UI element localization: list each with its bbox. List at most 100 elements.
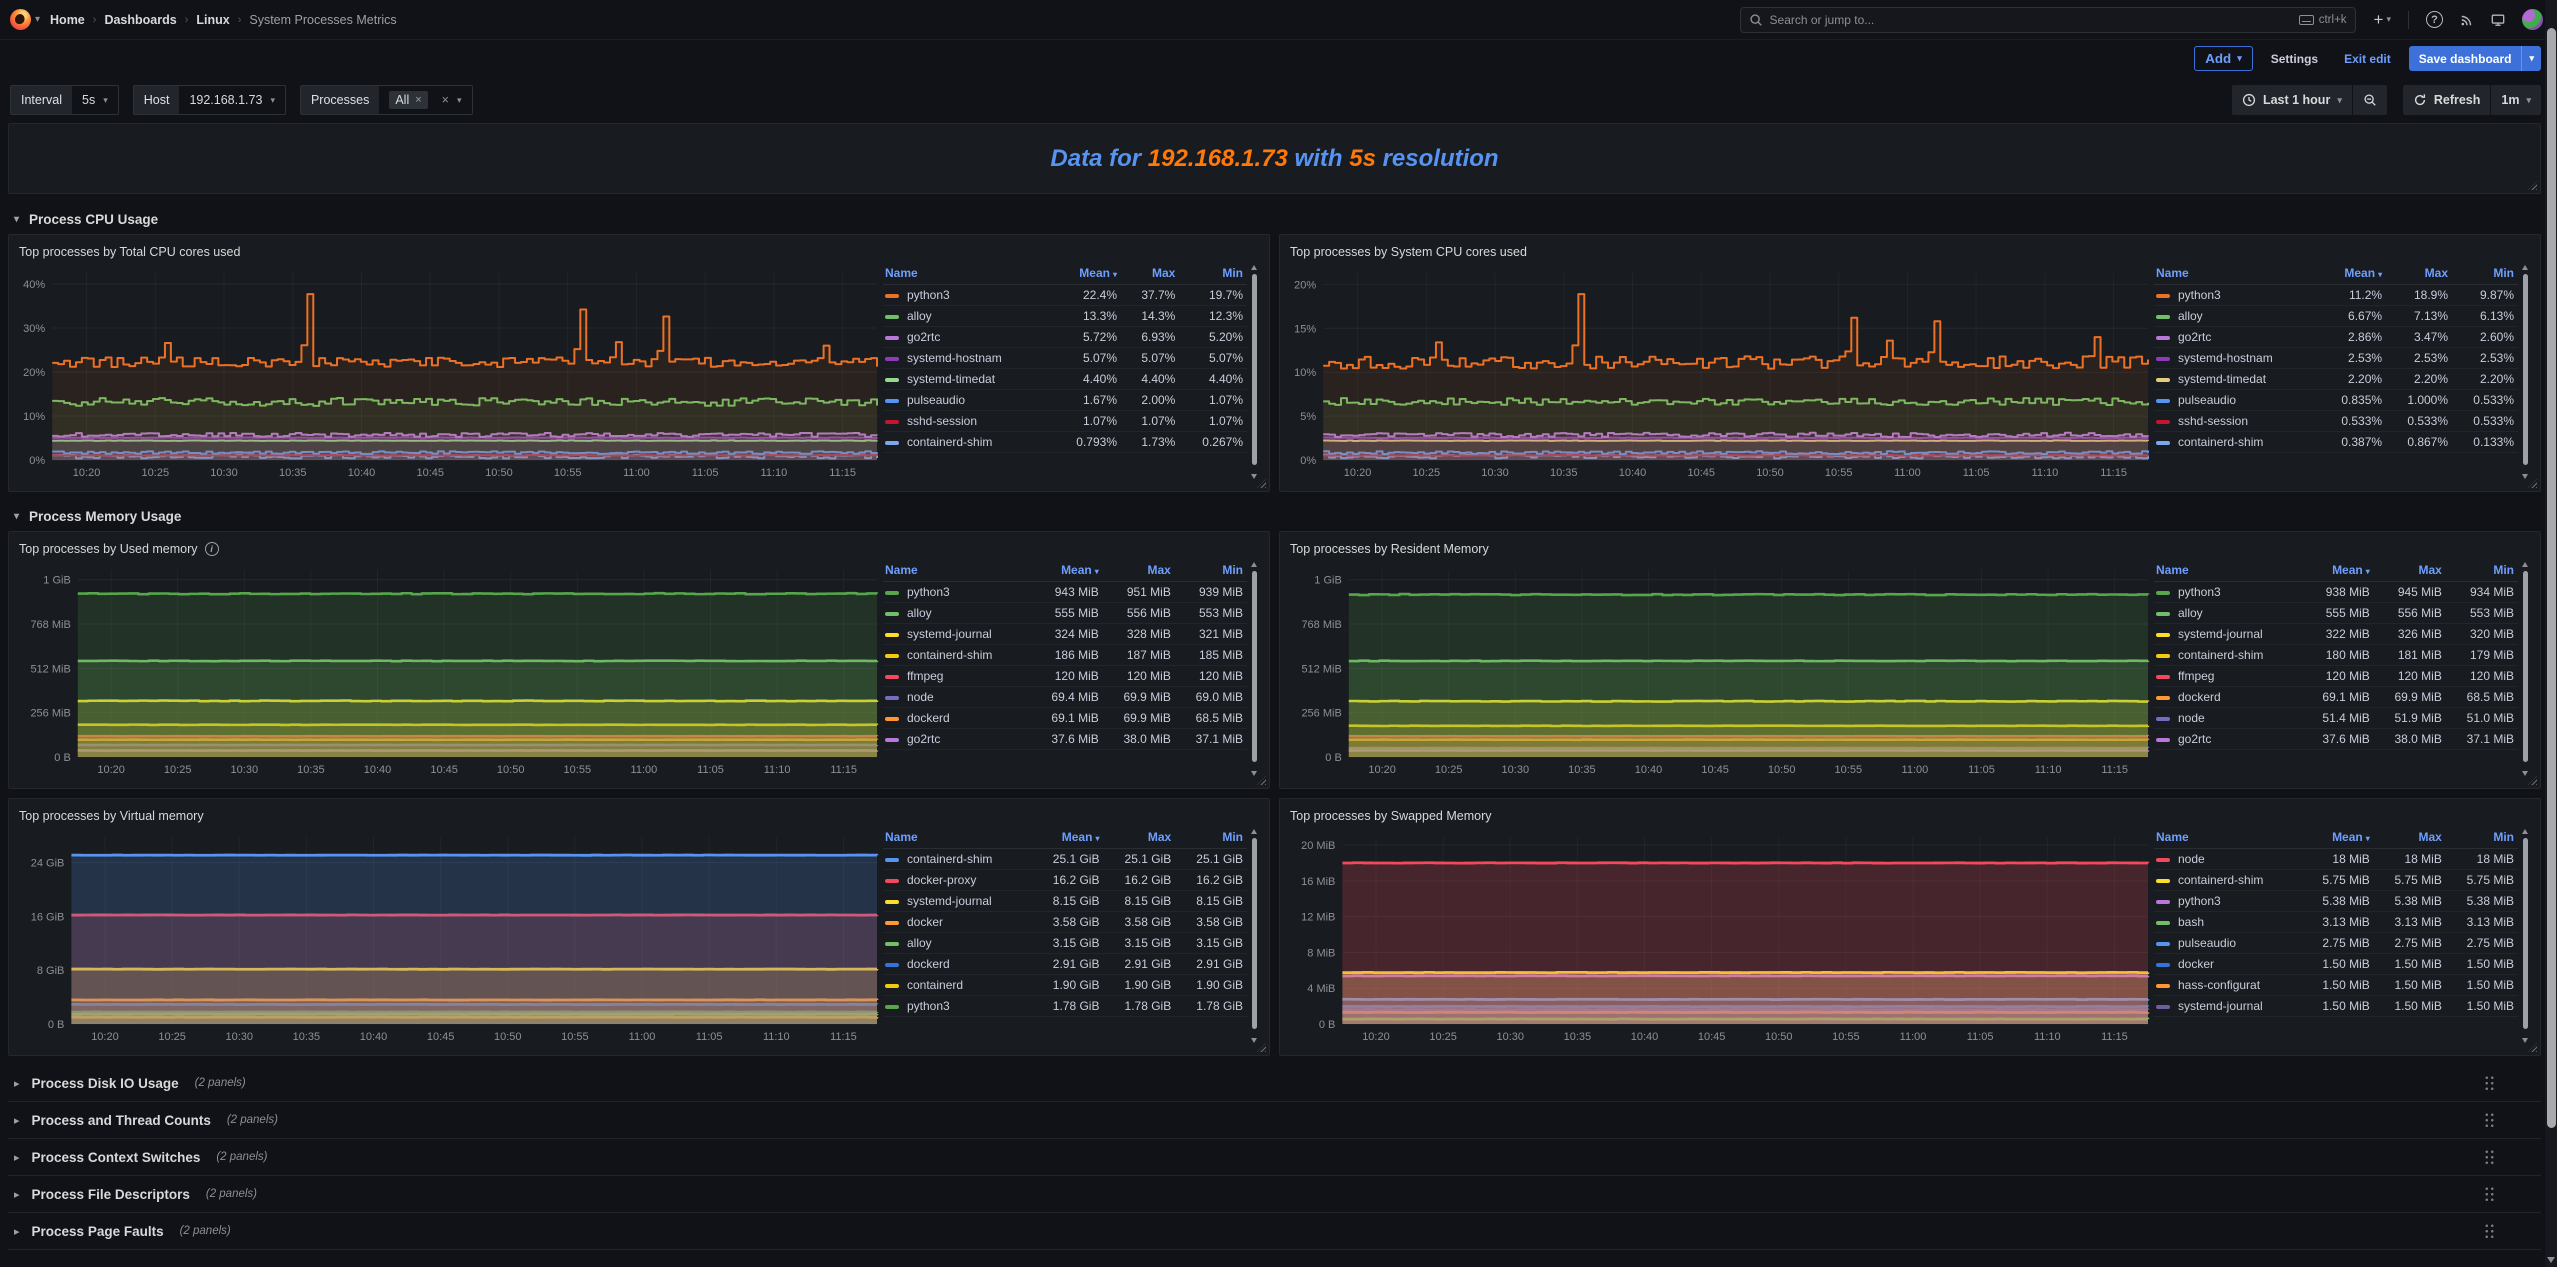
remove-value-icon[interactable]: ×	[415, 94, 421, 106]
legend-scrollbar[interactable]	[1250, 265, 1259, 479]
legend-scrollbar-thumb[interactable]	[1252, 838, 1257, 1029]
legend-series-name[interactable]: node	[2154, 849, 2302, 870]
legend-series-name[interactable]: containerd-shim	[2154, 645, 2302, 666]
drag-handle-icon[interactable]	[2484, 1149, 2495, 1165]
legend-series-name[interactable]: docker	[883, 912, 1032, 933]
scroll-up-icon[interactable]	[2522, 265, 2528, 270]
timeseries-chart[interactable]: 0 B256 MiB512 MiB768 MiB1 GiB10:2010:251…	[1290, 560, 2154, 778]
news-icon[interactable]	[2460, 13, 2474, 27]
variable-value-dropdown[interactable]: 5s▾	[72, 86, 118, 114]
legend-scrollbar[interactable]	[1250, 562, 1259, 776]
collapsed-row[interactable]: ▸Process Page Faults(2 panels)	[8, 1213, 2541, 1250]
legend-series-name[interactable]: pulseaudio	[883, 390, 1053, 411]
legend-series-name[interactable]: alloy	[883, 933, 1032, 954]
legend-series-name[interactable]: python3	[2154, 285, 2320, 306]
scroll-up-icon[interactable]	[1251, 829, 1257, 834]
legend-series-name[interactable]: containerd-shim	[883, 432, 1053, 453]
legend-scrollbar-thumb[interactable]	[2523, 838, 2528, 1029]
legend-series-name[interactable]: dockerd	[883, 954, 1032, 975]
legend-series-name[interactable]: pulseaudio	[2154, 933, 2302, 954]
legend-series-name[interactable]: python3	[883, 285, 1053, 306]
legend-series-name[interactable]: dockerd	[2154, 687, 2302, 708]
scroll-up-icon[interactable]	[2522, 829, 2528, 834]
legend-series-name[interactable]: pulseaudio	[2154, 390, 2320, 411]
scroll-down-icon[interactable]	[1251, 771, 1257, 776]
breadcrumb-linux[interactable]: Linux	[196, 13, 229, 27]
scroll-down-icon[interactable]	[2522, 1038, 2528, 1043]
legend-series-name[interactable]: go2rtc	[883, 729, 1031, 750]
legend-header-max[interactable]: Max	[1121, 263, 1179, 285]
legend-header-min[interactable]: Min	[1175, 827, 1247, 849]
legend-series-name[interactable]: containerd	[883, 975, 1032, 996]
legend-series-name[interactable]: systemd-timedat	[2154, 369, 2320, 390]
row-header-memory[interactable]: ▾ Process Memory Usage	[8, 501, 2541, 531]
refresh-button[interactable]: Refresh	[2403, 85, 2491, 115]
variable-value-chip[interactable]: All×	[389, 91, 427, 109]
legend-series-name[interactable]: systemd-journal	[883, 891, 1032, 912]
legend-scrollbar[interactable]	[1250, 829, 1259, 1043]
legend-series-name[interactable]: systemd-journal	[2154, 624, 2302, 645]
legend-series-name[interactable]: alloy	[2154, 306, 2320, 327]
scrollbar-down-arrow-icon[interactable]	[2547, 1257, 2555, 1263]
legend-series-name[interactable]: ffmpeg	[2154, 666, 2302, 687]
legend-series-name[interactable]: systemd-timedat	[883, 369, 1053, 390]
legend-scrollbar[interactable]	[2521, 829, 2530, 1043]
legend-series-name[interactable]: node	[2154, 708, 2302, 729]
legend-header-max[interactable]: Max	[2374, 827, 2446, 849]
collapsed-row[interactable]: ▸Process File Descriptors(2 panels)	[8, 1176, 2541, 1213]
drag-handle-icon[interactable]	[2484, 1186, 2495, 1202]
legend-header-mean[interactable]: Mean▾	[2302, 827, 2374, 849]
legend-header-name[interactable]: Name	[883, 560, 1031, 582]
legend-series-name[interactable]: docker-proxy	[883, 870, 1032, 891]
legend-scrollbar[interactable]	[2521, 265, 2530, 479]
timeseries-chart[interactable]: 0 B4 MiB8 MiB12 MiB16 MiB20 MiB10:2010:2…	[1290, 827, 2154, 1045]
legend-series-name[interactable]: containerd-shim	[2154, 870, 2302, 891]
save-dashboard-button[interactable]: Save dashboard ▾	[2409, 46, 2541, 71]
legend-header-mean[interactable]: Mean▾	[1031, 560, 1103, 582]
panel-title[interactable]: Top processes by Swapped Memory	[1290, 805, 2530, 827]
new-menu-button[interactable]: +▾	[2374, 10, 2391, 30]
drag-handle-icon[interactable]	[2484, 1075, 2495, 1091]
legend-series-name[interactable]: alloy	[883, 603, 1031, 624]
legend-series-name[interactable]: alloy	[883, 306, 1053, 327]
legend-header-max[interactable]: Max	[2386, 263, 2452, 285]
legend-series-name[interactable]: node	[883, 687, 1031, 708]
legend-header-name[interactable]: Name	[2154, 560, 2302, 582]
panel-title[interactable]: Top processes by Virtual memory	[19, 805, 1259, 827]
panel-resize-handle[interactable]	[2528, 181, 2537, 190]
scroll-up-icon[interactable]	[1251, 265, 1257, 270]
timeseries-chart[interactable]: 0%5%10%15%20%10:2010:2510:3010:3510:4010…	[1290, 263, 2154, 481]
legend-header-mean[interactable]: Mean▾	[2320, 263, 2386, 285]
legend-scrollbar-thumb[interactable]	[2523, 274, 2528, 465]
save-dashboard-caret[interactable]: ▾	[2521, 46, 2541, 71]
display-icon[interactable]	[2491, 13, 2505, 27]
legend-series-name[interactable]: containerd-shim	[883, 645, 1031, 666]
breadcrumb-dashboards[interactable]: Dashboards	[104, 13, 176, 27]
legend-series-name[interactable]: go2rtc	[883, 327, 1053, 348]
legend-header-min[interactable]: Min	[2446, 560, 2518, 582]
collapsed-row-title[interactable]: Process and Thread Counts	[32, 1113, 211, 1128]
legend-header-max[interactable]: Max	[2374, 560, 2446, 582]
scroll-up-icon[interactable]	[1251, 562, 1257, 567]
legend-header-min[interactable]: Min	[1175, 560, 1247, 582]
legend-header-min[interactable]: Min	[2452, 263, 2518, 285]
user-avatar[interactable]	[2522, 9, 2543, 30]
legend-header-mean[interactable]: Mean▾	[1032, 827, 1104, 849]
collapsed-row[interactable]: ▸Process and Thread Counts(2 panels)	[8, 1102, 2541, 1139]
legend-series-name[interactable]: python3	[883, 582, 1031, 603]
legend-series-name[interactable]: python3	[883, 996, 1032, 1017]
panel-title[interactable]: Top processes by System CPU cores used	[1290, 241, 2530, 263]
logo-menu-caret-icon[interactable]: ▾	[35, 14, 40, 25]
legend-header-mean[interactable]: Mean▾	[1053, 263, 1121, 285]
timeseries-chart[interactable]: 0 B8 GiB16 GiB24 GiB10:2010:2510:3010:35…	[19, 827, 883, 1045]
zoom-out-button[interactable]	[2353, 85, 2387, 115]
legend-series-name[interactable]: docker	[2154, 954, 2302, 975]
panel-title[interactable]: Top processes by Resident Memory	[1290, 538, 2530, 560]
legend-series-name[interactable]: hass-configurat	[2154, 975, 2302, 996]
legend-header-min[interactable]: Min	[2446, 827, 2518, 849]
info-icon[interactable]: i	[205, 542, 219, 556]
timeseries-chart[interactable]: 0%10%20%30%40%10:2010:2510:3010:3510:401…	[19, 263, 883, 481]
legend-header-name[interactable]: Name	[883, 263, 1053, 285]
refresh-interval-picker[interactable]: 1m▾	[2491, 85, 2541, 115]
panel-title[interactable]: Top processes by Total CPU cores used	[19, 241, 1259, 263]
